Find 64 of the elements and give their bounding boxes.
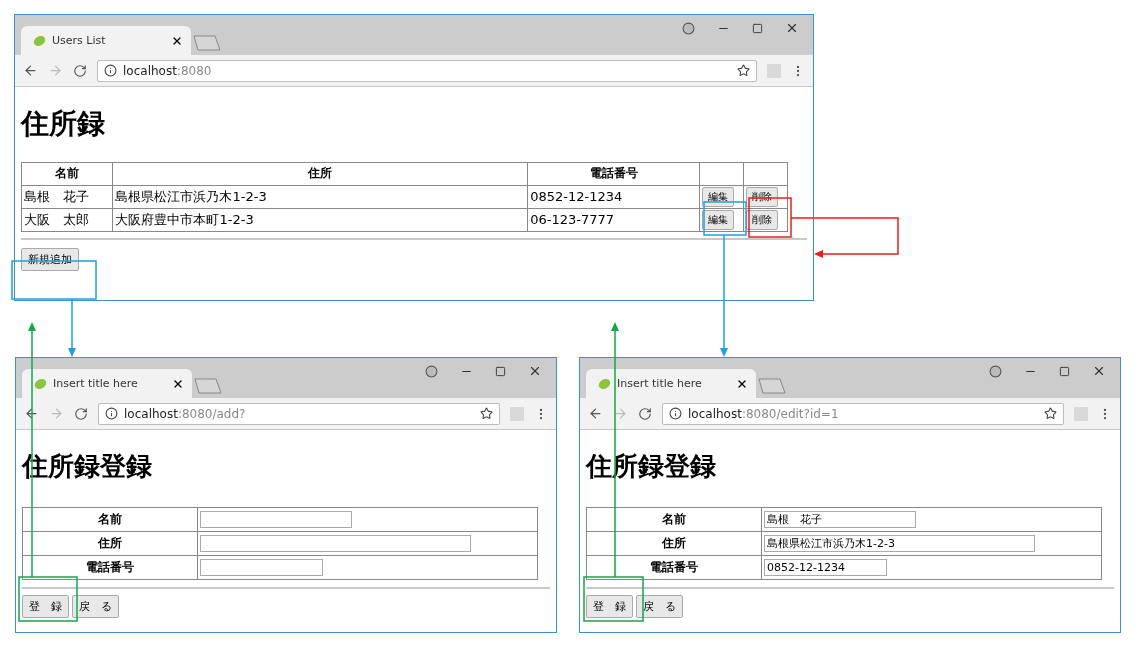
close-icon[interactable] (528, 364, 542, 378)
input-field[interactable]: 島根 花子 (764, 511, 916, 529)
browser-tab[interactable]: Insert title here (586, 369, 756, 398)
input-field[interactable]: 島根県松江市浜乃木1-2-3 (764, 535, 1035, 553)
back-icon[interactable] (23, 63, 38, 78)
account-icon[interactable] (989, 364, 1002, 378)
star-icon[interactable] (737, 64, 750, 77)
connector-arrow (68, 298, 76, 357)
input-field[interactable] (200, 559, 323, 577)
register-button[interactable]: 登 録 (586, 595, 633, 619)
table-cell: 大阪府豊中市本町1-2-3 (113, 208, 528, 232)
page-heading: 住所録 (21, 107, 106, 141)
maximize-icon[interactable] (1059, 365, 1070, 377)
input-field[interactable] (200, 535, 471, 553)
browser-tab[interactable]: Insert title here (22, 369, 192, 398)
account-icon[interactable] (682, 21, 695, 35)
reload-icon[interactable] (73, 63, 87, 78)
maximize-icon[interactable] (495, 365, 506, 377)
info-icon (104, 64, 117, 77)
column-header: 名前 (21, 162, 113, 186)
column-header: 住所 (113, 162, 528, 186)
table-cell: 06-123-7777 (527, 208, 700, 232)
close-icon[interactable] (1092, 364, 1106, 378)
info-icon (105, 407, 118, 420)
field-label: 電話番号 (22, 555, 198, 580)
highlight-frame (583, 576, 644, 622)
table-cell: 島根 花子 (21, 185, 113, 209)
column-header: 電話番号 (527, 162, 700, 186)
reload-icon[interactable] (74, 406, 88, 421)
back-button[interactable]: 戻 る (72, 595, 119, 619)
back-icon[interactable] (24, 406, 39, 421)
tab-title: Insert title here (53, 377, 139, 390)
address-field[interactable]: localhost:8080/add? (98, 402, 500, 425)
address-field[interactable]: localhost:8080/edit?id=1 (662, 402, 1064, 425)
table-cell: 島根県松江市浜乃木1-2-3 (113, 185, 528, 209)
field-label: 住所 (586, 531, 762, 556)
star-icon[interactable] (480, 407, 493, 420)
account-icon[interactable] (425, 364, 438, 378)
input-field[interactable] (200, 511, 352, 529)
close-icon[interactable] (785, 21, 799, 35)
register-button[interactable]: 登 録 (22, 595, 69, 619)
tab-title: Insert title here (617, 377, 703, 390)
star-icon[interactable] (1044, 407, 1057, 420)
maximize-icon[interactable] (752, 22, 763, 34)
field-label: 住所 (22, 531, 198, 556)
leaf-icon (33, 34, 46, 47)
edit-button[interactable]: 編集 (702, 186, 734, 207)
input-field[interactable]: 0852-12-1234 (764, 559, 887, 577)
highlight-frame (703, 201, 747, 236)
highlight-frame (18, 576, 78, 622)
leaf-icon (34, 377, 47, 390)
field-label: 電話番号 (586, 555, 762, 580)
address-field[interactable]: localhost:8080 (97, 59, 757, 82)
field-label: 名前 (22, 507, 198, 532)
info-icon (669, 407, 682, 420)
tab-title: Users List (52, 34, 107, 47)
table-cell: 大阪 太郎 (21, 208, 113, 232)
back-icon[interactable] (588, 406, 603, 421)
table-cell: 0852-12-1234 (527, 185, 700, 209)
field-label: 名前 (586, 507, 762, 532)
leaf-icon (598, 377, 611, 390)
browser-tab[interactable]: Users List (21, 26, 191, 55)
edit-button[interactable]: 編集 (702, 209, 734, 230)
reload-icon[interactable] (638, 406, 652, 421)
